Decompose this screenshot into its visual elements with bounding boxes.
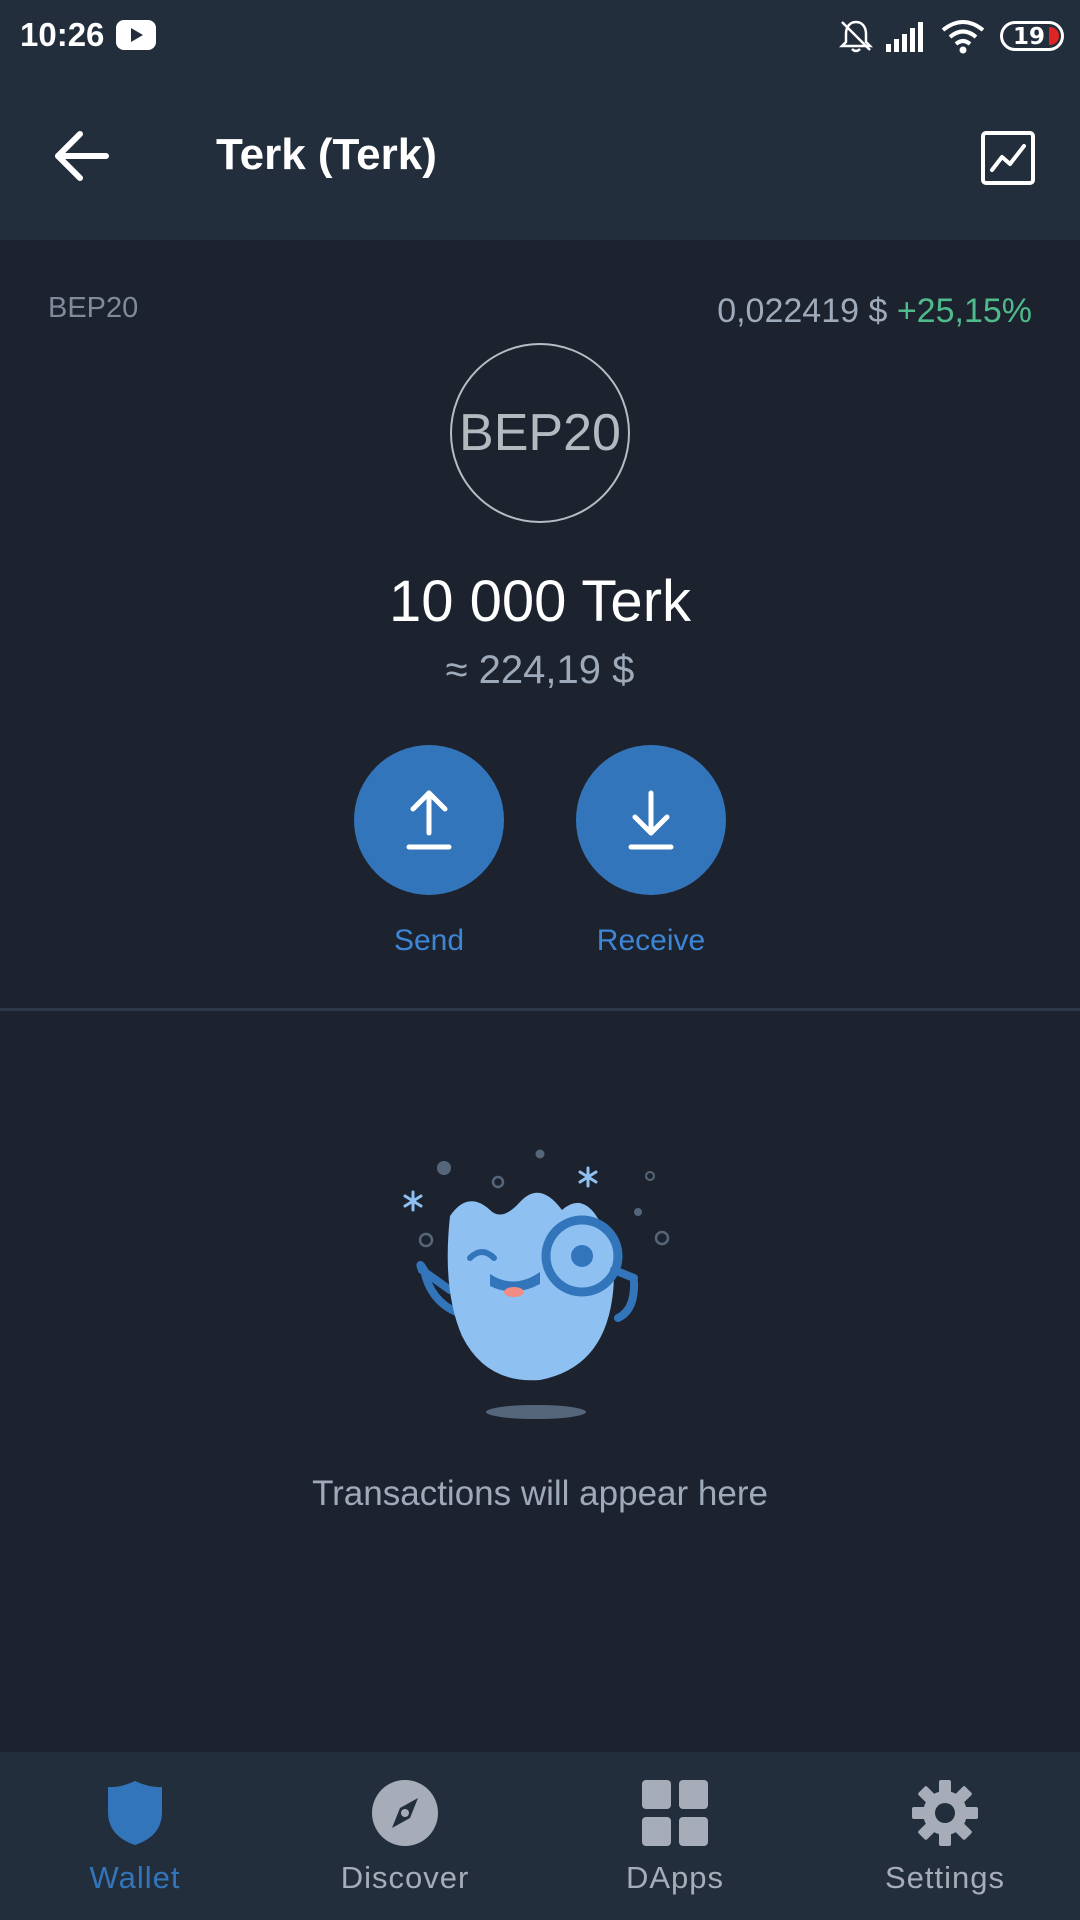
shield-icon: [108, 1781, 162, 1845]
token-balance: 10 000 Terk: [388, 569, 692, 634]
token-header: BEP20 0,022419 $ +25,15% BEP20 10 000 Te…: [0, 240, 1080, 1010]
bottom-nav: Wallet Discover DApps Settings: [0, 1752, 1080, 1920]
nav-item-dapps[interactable]: DApps: [540, 1752, 810, 1920]
receive-label[interactable]: Receive: [551, 924, 751, 958]
grid-icon: [642, 1780, 708, 1846]
price-line: 0,022419 $ +25,15%: [717, 292, 1032, 331]
battery-level-indicator: [1049, 27, 1059, 45]
gear-icon: [912, 1780, 978, 1846]
arrow-left-icon: [55, 131, 109, 181]
status-time: 10:26: [20, 16, 105, 53]
nav-label-discover: Discover: [340, 1860, 470, 1895]
compass-icon: [372, 1780, 438, 1846]
page-title: Terk (Terk): [216, 130, 437, 179]
price-change: +25,15%: [896, 292, 1032, 330]
arrow-up-icon: [406, 790, 452, 850]
battery-icon: 19: [1000, 21, 1064, 51]
nav-item-discover[interactable]: Discover: [270, 1752, 540, 1920]
nav-item-wallet[interactable]: Wallet: [0, 1752, 270, 1920]
token-price: 0,022419 $: [717, 292, 888, 330]
token-logo-text: BEP20: [459, 404, 621, 462]
divider: [0, 1008, 1080, 1011]
chart-button[interactable]: [980, 130, 1036, 186]
empty-transactions-illustration: [403, 1149, 670, 1419]
empty-state-text: Transactions will appear here: [312, 1474, 768, 1513]
nav-label-dapps: DApps: [625, 1860, 725, 1895]
nav-label-wallet: Wallet: [89, 1860, 181, 1895]
nav-label-settings: Settings: [884, 1860, 1005, 1895]
nav-item-settings[interactable]: Settings: [810, 1752, 1080, 1920]
signal-icon: [886, 22, 923, 52]
receive-button[interactable]: [576, 745, 726, 895]
chart-icon: [981, 131, 1035, 185]
status-bar: 10:26 19: [0, 0, 1080, 72]
token-logo: BEP20: [450, 343, 630, 523]
send-button[interactable]: [354, 745, 504, 895]
battery-level-text: 19: [1013, 24, 1046, 50]
network-label: BEP20: [48, 292, 139, 324]
send-label[interactable]: Send: [329, 924, 529, 958]
wifi-icon: [941, 20, 985, 54]
fiat-balance: ≈ 224,19 $: [445, 648, 635, 692]
back-button[interactable]: [50, 126, 120, 186]
youtube-icon: [116, 20, 156, 50]
bell-off-icon: [838, 20, 874, 53]
toolbar: Terk (Terk): [0, 72, 1080, 240]
arrow-down-icon: [628, 790, 674, 850]
